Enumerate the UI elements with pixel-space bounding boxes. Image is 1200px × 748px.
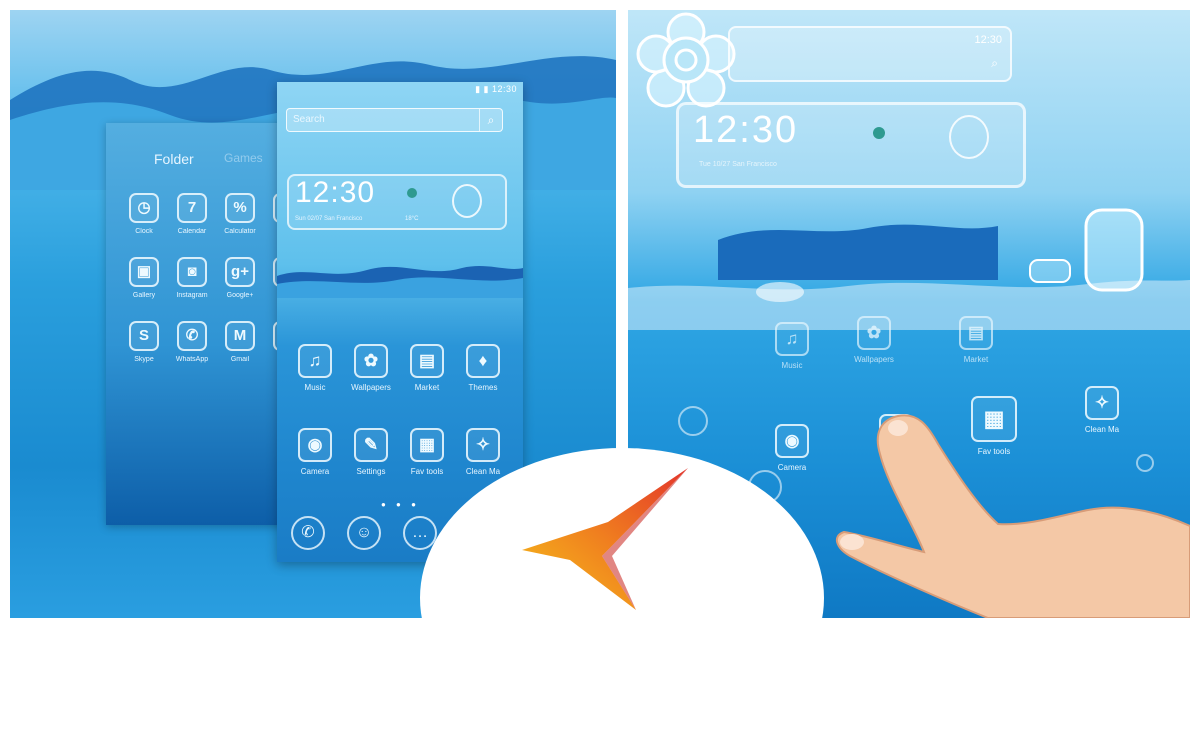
water-surface-decoration xyxy=(628,224,1190,330)
folder-tab-games[interactable]: Games xyxy=(224,151,263,165)
gmail-icon: M xyxy=(225,321,255,351)
camera-icon: ◉ xyxy=(775,424,809,458)
calendar-icon: 7 xyxy=(177,193,207,223)
promo-status-time: 12:30 xyxy=(974,34,1002,46)
status-time: 12:30 xyxy=(491,84,517,94)
water-drop-icon xyxy=(949,115,989,159)
settings-icon: ✎ xyxy=(354,428,388,462)
search-icon: ⌕ xyxy=(991,56,998,70)
promo-app-camera: ◉ Camera xyxy=(764,424,820,472)
clock-icon: ◷ xyxy=(129,193,159,223)
promo-clock-date: Tue 10/27 San Francisco xyxy=(699,161,777,168)
home-wave-decoration xyxy=(277,266,523,298)
market-icon: ▤ xyxy=(959,316,993,350)
wallpapers-icon: ✿ xyxy=(354,344,388,378)
search-bar[interactable]: Search ⌕ xyxy=(286,108,503,132)
themes-icon: ♦ xyxy=(466,344,500,378)
folder-title: Folder xyxy=(154,151,194,167)
promo-app-wallpapers: ✿ Wallpapers xyxy=(846,316,902,364)
promo-clock-widget: 12:30 Tue 10/27 San Francisco xyxy=(676,102,1026,188)
clock-date: Sun 02/07 San Francisco xyxy=(295,216,363,222)
bubble-decoration xyxy=(678,406,708,436)
whatsapp-icon: ✆ xyxy=(177,321,207,351)
app-market[interactable]: ▤ Market xyxy=(399,344,455,392)
clock-widget[interactable]: 12:30 Sun 02/07 San Francisco 18°C xyxy=(287,174,507,230)
app-settings[interactable]: ✎ Settings xyxy=(343,428,399,476)
clock-dot-icon xyxy=(873,127,885,139)
search-input[interactable]: Search xyxy=(293,114,325,125)
gear-flower-icon xyxy=(636,12,736,108)
app-camera[interactable]: ◉ Camera xyxy=(287,428,343,476)
music-icon: ♫ xyxy=(298,344,332,378)
contacts-icon[interactable]: ☺ xyxy=(347,516,381,550)
app-wallpapers[interactable]: ✿ Wallpapers xyxy=(343,344,399,392)
app-themes[interactable]: ♦ Themes xyxy=(455,344,511,392)
cm-launcher-logo-icon xyxy=(522,468,688,610)
google-plus-icon: g+ xyxy=(225,257,255,287)
clock-time: 12:30 xyxy=(295,176,376,209)
promo-app-music: ♫ Music xyxy=(764,322,820,370)
water-drop-icon xyxy=(452,184,482,218)
gallery-icon: ▣ xyxy=(129,257,159,287)
clean-master-icon: ✧ xyxy=(466,428,500,462)
promo-app-market: ▤ Market xyxy=(948,316,1004,364)
clock-dot-icon xyxy=(407,188,417,198)
music-icon: ♫ xyxy=(775,322,809,356)
app-clean-master[interactable]: ✧ Clean Ma xyxy=(455,428,511,476)
app-fav-tools[interactable]: ▦ Fav tools xyxy=(399,428,455,476)
pointing-hand-icon xyxy=(835,414,1190,618)
market-icon: ▤ xyxy=(410,344,444,378)
camera-icon: ◉ xyxy=(298,428,332,462)
phone-icon[interactable]: ✆ xyxy=(291,516,325,550)
signal-icon: ▮ ▮ xyxy=(475,84,492,94)
clock-temperature: 18°C xyxy=(405,216,419,222)
app-music[interactable]: ♫ Music xyxy=(287,344,343,392)
instagram-icon: ◙ xyxy=(177,257,207,287)
promo-clock-time: 12:30 xyxy=(693,109,799,151)
page-indicator: ● ● ● xyxy=(381,500,420,509)
fav-tools-icon: ▦ xyxy=(410,428,444,462)
promo-search-bar: 12:30 ⌕ xyxy=(728,26,1012,82)
wallpapers-icon: ✿ xyxy=(857,316,891,350)
search-icon[interactable]: ⌕ xyxy=(479,109,502,131)
calculator-icon: % xyxy=(225,193,255,223)
skype-icon: S xyxy=(129,321,159,351)
status-bar: ▮ ▮ 12:30 xyxy=(475,84,517,95)
